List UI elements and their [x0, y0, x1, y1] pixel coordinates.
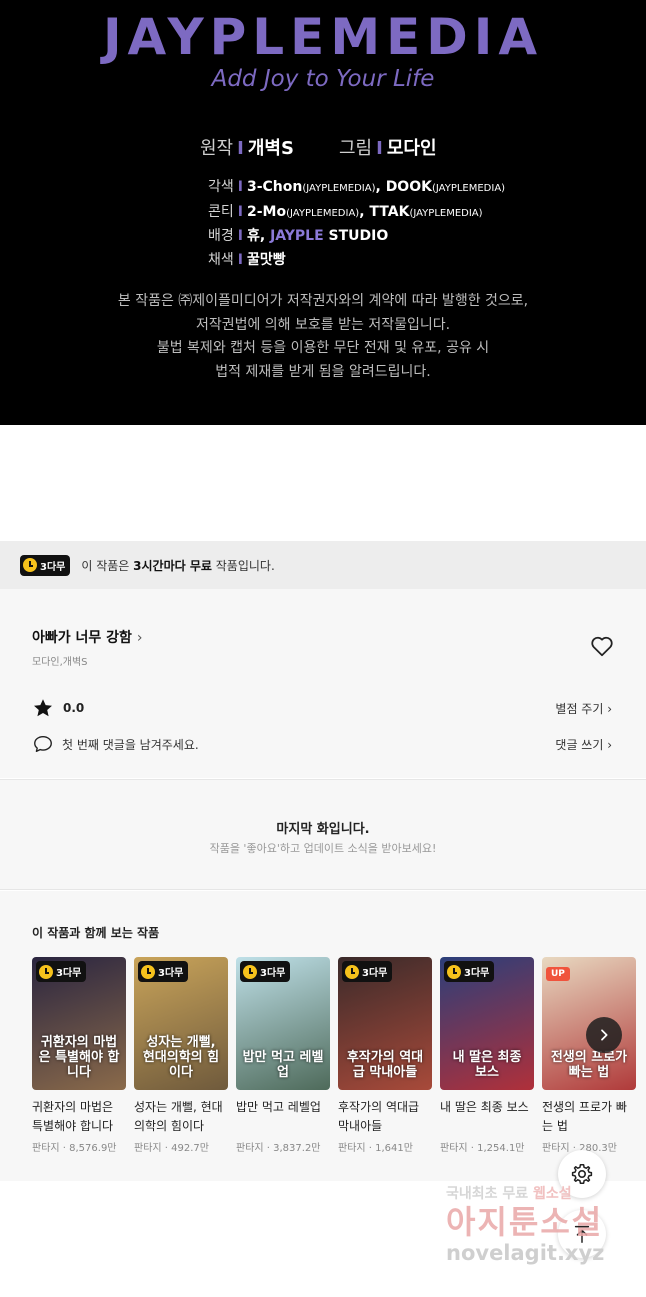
rec-cover: 3다무 성자는 개뻘, 현대의학의 힘이다 — [134, 957, 228, 1090]
site-watermark: 국내최초 무료 웹소설 아지툰소설 novelagit.xyz — [446, 1186, 605, 1265]
work-info: 아빠가 너무 강함 › 모다인,개벽S 0.0 별점 주기 › 첫 번째 댓글을 … — [0, 589, 646, 778]
comment-icon — [34, 735, 52, 753]
publisher-logo: JAYPLEMEDIA — [102, 8, 544, 66]
last-episode-heading: 마지막 화입니다. — [276, 822, 370, 837]
recommendations-title: 이 작품과 함께 보는 작품 — [32, 926, 160, 940]
chevron-right-icon — [601, 1029, 608, 1041]
clock-icon — [141, 964, 155, 979]
wait-free-badge: 3다무 — [444, 961, 495, 982]
last-episode-subtext: 작품을 '좋아요'하고 업데이트 소식을 받아보세요! — [209, 842, 437, 855]
clock-icon — [23, 558, 37, 572]
publisher-tagline: Add Joy to Your Life — [211, 66, 435, 92]
rec-card[interactable]: 3다무 밥만 먹고 레벨업 밥만 먹고 레벨업 판타지 · 3,837.2만 — [236, 957, 330, 1154]
rec-name: 전생의 프로가 빠는 법 — [542, 1100, 627, 1133]
rec-cover-title: 전생의 프로가 빠는 법 — [550, 1050, 628, 1080]
rec-cover-title: 내 딸은 최종 보스 — [452, 1050, 522, 1080]
rec-cover-title: 성자는 개뻘, 현대의학의 힘이다 — [142, 1035, 220, 1080]
carousel-next-button[interactable] — [586, 1017, 622, 1053]
rec-name: 귀환자의 마법은 특별해야 합니다 — [32, 1100, 114, 1133]
rec-cover-title: 귀환자의 마법은 특별해야 합니다 — [38, 1035, 120, 1080]
copyright-notice: 본 작품은 ㈜제이플미디어가 저작권자와의 계약에 따라 발행한 것으로, 저작… — [117, 293, 529, 380]
rec-card[interactable]: 3다무 귀환자의 마법은 특별해야 합니다 귀환자의 마법은 특별해야 합니다 … — [32, 957, 126, 1154]
write-comment-button[interactable]: 댓글 쓰기 › — [555, 736, 612, 753]
credit-row-background: 배경 I 휴, JAYPLE STUDIO — [208, 228, 389, 244]
rec-tag: 3다무 — [342, 961, 393, 983]
rec-meta: 판타지 · 1,254.1만 — [440, 1143, 525, 1154]
rec-cover-title: 후작가의 역대급 막내아들 — [346, 1050, 424, 1080]
last-episode-notice: 마지막 화입니다. 작품을 '좋아요'하고 업데이트 소식을 받아보세요! — [0, 779, 646, 890]
chevron-right-icon: › — [136, 630, 143, 646]
recommendations: 이 작품과 함께 보는 작품 3다무 귀환자의 마법은 특별해야 합니다 귀환자… — [0, 891, 646, 1181]
free-notice-bar: 3다무 이 작품은 3시간마다 무료 작품입니다. — [0, 541, 646, 589]
wait-free-badge: 3다무 — [138, 961, 189, 982]
credit-art: 그림 I 모다인 — [339, 138, 437, 159]
rec-name: 밥만 먹고 레벨업 — [236, 1100, 321, 1114]
rating-display: 0.0 — [32, 697, 84, 719]
star-icon — [34, 699, 52, 717]
wait-free-badge: 3다무 — [240, 961, 291, 982]
rec-name: 성자는 개뻘, 현대의학의 힘이다 — [134, 1100, 223, 1133]
rec-card[interactable]: 3다무 내 딸은 최종 보스 내 딸은 최종 보스 판타지 · 1,254.1만 — [440, 957, 534, 1154]
clock-icon — [243, 964, 257, 979]
heart-icon[interactable] — [589, 633, 615, 659]
rec-tag: 3다무 — [444, 961, 495, 983]
comment-prompt[interactable]: 첫 번째 댓글을 남겨주세요. — [32, 733, 199, 755]
wait-free-badge: 3다무 — [36, 961, 87, 982]
credit-original: 원작 I 개벽S — [200, 138, 294, 159]
rec-meta: 판타지 · 3,837.2만 — [236, 1143, 321, 1154]
work-authors: 모다인,개벽S — [32, 657, 88, 668]
credit-row-storyboard: 콘티 I 2-Mo(JAYPLEMEDIA), TTAK(JAYPLEMEDIA) — [208, 203, 483, 220]
credit-row-adaptation: 각색 I 3-Chon(JAYPLEMEDIA), DOOK(JAYPLEMEDIA… — [208, 179, 506, 195]
rec-card[interactable]: UP 전생의 프로가 빠는 법 전생의 프로가 빠는 법 판타지 · 280.3… — [542, 957, 636, 1154]
credit-list: 각색 I 3-Chon(JAYPLEMEDIA), DOOK(JAYPLEMEDIA… — [208, 176, 505, 272]
rec-cover: 3다무 귀환자의 마법은 특별해야 합니다 — [32, 957, 126, 1090]
comment-prompt-text: 첫 번째 댓글을 남겨주세요. — [62, 737, 199, 752]
rec-cover: 3다무 내 딸은 최종 보스 — [440, 957, 534, 1090]
clock-icon — [39, 964, 53, 979]
rec-meta: 판타지 · 492.7만 — [134, 1143, 209, 1154]
wait-free-badge: 3다무 — [342, 961, 393, 982]
update-badge: UP — [546, 967, 570, 981]
rec-card[interactable]: 3다무 성자는 개뻘, 현대의학의 힘이다 성자는 개뻘, 현대의학의 힘이다 … — [134, 957, 228, 1154]
credit-row-coloring: 채색 I 꿀맛빵 — [208, 251, 286, 268]
rec-tag: 3다무 — [36, 961, 87, 983]
rec-name: 후작가의 역대급 막내아들 — [338, 1100, 420, 1133]
rec-cover: 3다무 밥만 먹고 레벨업 — [236, 957, 330, 1090]
clock-icon — [345, 964, 359, 979]
rate-button[interactable]: 별점 주기 › — [555, 700, 612, 717]
work-title-link[interactable]: 아빠가 너무 강함 › — [32, 627, 143, 647]
rec-meta: 판타지 · 1,641만 — [338, 1143, 413, 1154]
rec-tag: 3다무 — [138, 961, 189, 983]
rec-tag: 3다무 — [240, 961, 291, 983]
rec-cover-title: 밥만 먹고 레벨업 — [242, 1050, 324, 1080]
rating-value: 0.0 — [63, 701, 85, 715]
rec-card[interactable]: 3다무 후작가의 역대급 막내아들 후작가의 역대급 막내아들 판타지 · 1,… — [338, 957, 432, 1154]
work-title: 아빠가 너무 강함 — [32, 630, 132, 646]
free-notice-text: 이 작품은 3시간마다 무료 작품입니다. — [81, 558, 275, 573]
rec-name: 내 딸은 최종 보스 — [440, 1100, 529, 1114]
rec-cover: 3다무 후작가의 역대급 막내아들 — [338, 957, 432, 1090]
credits-banner: JAYPLEMEDIA Add Joy to Your Life 원작 I 개벽S … — [0, 0, 646, 425]
rec-tag: UP — [546, 961, 570, 981]
rec-meta: 판타지 · 8,576.9만 — [32, 1143, 117, 1154]
wait-free-badge: 3다무 — [20, 554, 71, 576]
clock-icon — [447, 964, 461, 979]
